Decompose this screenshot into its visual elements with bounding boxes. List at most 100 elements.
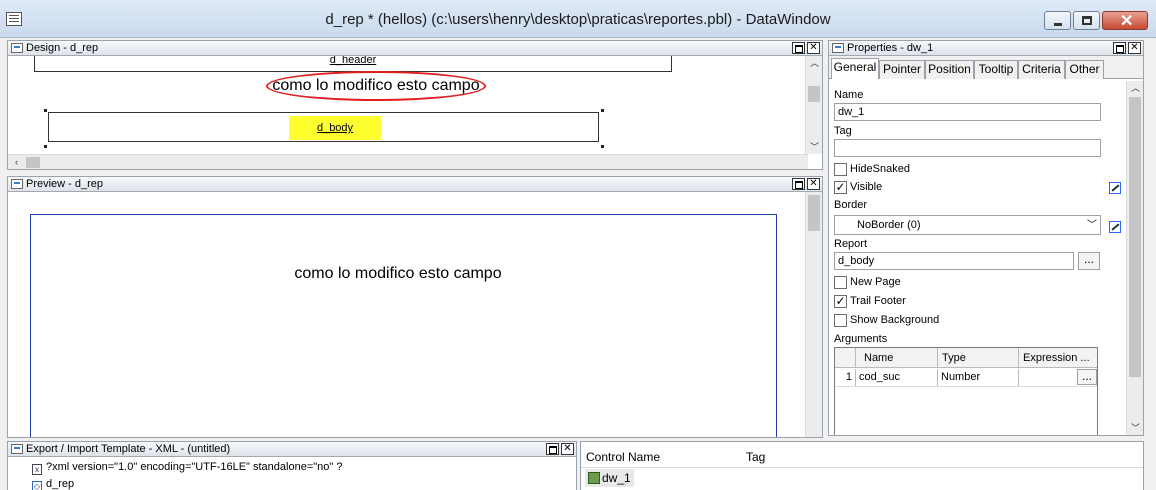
selection-handle[interactable] xyxy=(44,109,47,112)
pane-icon xyxy=(832,43,844,53)
properties-pane: Properties - dw_1 ✕ General Pointer Posi… xyxy=(828,40,1144,436)
selection-handle[interactable] xyxy=(601,109,604,112)
design-pane-close-button[interactable]: ✕ xyxy=(807,42,820,54)
argument-name-cell[interactable]: cod_suc xyxy=(855,369,937,386)
properties-vertical-scrollbar[interactable]: ︿ ﹀ xyxy=(1126,81,1143,435)
header-band[interactable]: d_header xyxy=(34,56,672,72)
newpage-label: New Page xyxy=(850,276,901,288)
tab-general[interactable]: General xyxy=(831,58,879,80)
preview-vertical-scrollbar[interactable] xyxy=(805,192,822,437)
trailfooter-label: Trail Footer xyxy=(850,295,906,307)
chevron-left-icon[interactable]: ‹ xyxy=(8,155,25,169)
tree-item-root[interactable]: ◇ d_rep xyxy=(32,478,74,490)
body-label: d_body xyxy=(289,116,381,140)
control-name: dw_1 xyxy=(602,471,631,485)
report-browse-button[interactable]: ... xyxy=(1078,252,1100,270)
column-header-tag[interactable]: Tag xyxy=(746,450,765,464)
text-field-annotated[interactable]: como lo modifico esto campo xyxy=(266,71,486,101)
border-select[interactable]: NoBorder (0) ﹀ xyxy=(834,215,1101,235)
arguments-label: Arguments xyxy=(834,333,888,345)
selection-handle[interactable] xyxy=(601,145,604,148)
design-pane-title-text: Design - d_rep xyxy=(26,42,99,54)
chevron-down-icon[interactable]: ﹀ xyxy=(1127,421,1143,435)
scroll-thumb[interactable] xyxy=(808,195,820,231)
newpage-box[interactable] xyxy=(834,276,847,289)
argument-type-cell[interactable]: Number xyxy=(937,369,1018,386)
table-row[interactable]: 1 cod_suc Number ... xyxy=(835,369,1097,387)
design-pane-restore-button[interactable] xyxy=(792,42,805,54)
minimize-icon xyxy=(1054,23,1062,26)
header-band-label: d_header xyxy=(329,56,377,66)
column-header-expression[interactable]: Expression ... xyxy=(1018,348,1098,368)
chevron-down-icon: ﹀ xyxy=(1087,220,1097,231)
column-header-type[interactable]: Type xyxy=(937,348,1018,368)
tab-tooltip[interactable]: Tooltip xyxy=(974,60,1018,79)
preview-pane: Preview - d_rep ✕ como lo modifico esto … xyxy=(7,176,823,438)
expression-browse-button[interactable]: ... xyxy=(1077,369,1097,385)
chevron-up-icon[interactable]: ︿ xyxy=(806,56,822,70)
arguments-table: Name Type Expression ... 1 cod_suc Numbe… xyxy=(834,347,1098,435)
close-icon: ✕ xyxy=(563,443,572,454)
preview-report-frame: como lo modifico esto campo xyxy=(30,214,777,437)
design-vertical-scrollbar[interactable]: ︿ ﹀ xyxy=(805,56,822,154)
properties-pane-close-button[interactable]: ✕ xyxy=(1128,42,1141,54)
export-template-pane: Export / Import Template - XML - (untitl… xyxy=(7,441,577,490)
xml-declaration-icon: x xyxy=(32,464,42,475)
border-expression-icon[interactable] xyxy=(1109,221,1121,233)
argument-expression-cell[interactable] xyxy=(1018,369,1078,386)
trailfooter-box[interactable]: ✓ xyxy=(834,295,847,308)
showbackground-box[interactable] xyxy=(834,314,847,327)
properties-pane-restore-button[interactable] xyxy=(1113,42,1126,54)
close-button[interactable]: ✕ xyxy=(1102,11,1148,30)
export-pane-title: Export / Import Template - XML - (untitl… xyxy=(8,442,576,457)
check-icon: ✓ xyxy=(835,180,846,194)
design-pane-title: Design - d_rep ✕ xyxy=(8,41,822,56)
pane-icon xyxy=(11,444,23,454)
visible-expression-icon[interactable] xyxy=(1109,182,1121,194)
tab-criteria[interactable]: Criteria xyxy=(1018,60,1065,79)
pane-icon xyxy=(11,43,23,53)
maximize-button[interactable] xyxy=(1073,11,1100,30)
design-horizontal-scrollbar[interactable]: ‹ xyxy=(8,154,808,169)
general-properties: Name dw_1 Tag HideSnaked ✓ Visible Borde… xyxy=(829,79,1143,435)
preview-pane-restore-button[interactable] xyxy=(792,178,805,190)
minimize-button[interactable] xyxy=(1044,11,1071,30)
export-pane-close-button[interactable]: ✕ xyxy=(561,443,574,455)
column-header-name[interactable]: Name xyxy=(855,348,937,368)
tree-item-label: d_rep xyxy=(46,478,75,490)
scroll-thumb[interactable] xyxy=(1129,97,1141,377)
chevron-down-icon[interactable]: ﹀ xyxy=(806,140,822,154)
export-pane-restore-button[interactable] xyxy=(546,443,559,455)
pane-icon xyxy=(11,179,23,189)
tab-other[interactable]: Other xyxy=(1065,60,1104,79)
close-icon: ✕ xyxy=(809,178,818,189)
window-controls: ✕ xyxy=(1044,11,1148,30)
tree-item-xml-declaration[interactable]: x ?xml version="1.0" encoding="UTF-16LE" … xyxy=(32,461,342,475)
list-item[interactable]: dw_1 xyxy=(585,469,634,487)
properties-tabs: General Pointer Position Tooltip Criteri… xyxy=(829,56,1143,80)
hidesnaked-box[interactable] xyxy=(834,163,847,176)
column-header-control-name[interactable]: Control Name xyxy=(586,450,660,464)
tag-field[interactable] xyxy=(834,139,1101,157)
tab-position[interactable]: Position xyxy=(925,60,974,79)
report-field[interactable]: d_body xyxy=(834,252,1074,270)
visible-box[interactable]: ✓ xyxy=(834,181,847,194)
name-label: Name xyxy=(834,89,864,101)
properties-pane-title: Properties - dw_1 ✕ xyxy=(829,41,1143,56)
preview-pane-close-button[interactable]: ✕ xyxy=(807,178,820,190)
tab-pointer[interactable]: Pointer xyxy=(879,60,925,79)
control-list-header: Control Name Tag xyxy=(581,446,1143,468)
close-icon: ✕ xyxy=(1120,13,1134,30)
window-title: d_rep * (hellos) (c:\users\henry\desktop… xyxy=(325,11,831,28)
datawindow-control-icon xyxy=(588,472,600,484)
selection-handle[interactable] xyxy=(44,145,47,148)
name-field[interactable]: dw_1 xyxy=(834,103,1101,121)
scroll-thumb[interactable] xyxy=(26,157,40,168)
report-control[interactable]: d_body xyxy=(48,112,599,142)
chevron-up-icon[interactable]: ︿ xyxy=(1127,81,1143,95)
preview-text: como lo modifico esto campo xyxy=(294,265,502,282)
scroll-thumb[interactable] xyxy=(808,86,820,102)
window-title-bar: d_rep * (hellos) (c:\users\henry\desktop… xyxy=(0,0,1156,38)
visible-label: Visible xyxy=(850,181,883,193)
hidesnaked-label: HideSnaked xyxy=(850,163,910,175)
